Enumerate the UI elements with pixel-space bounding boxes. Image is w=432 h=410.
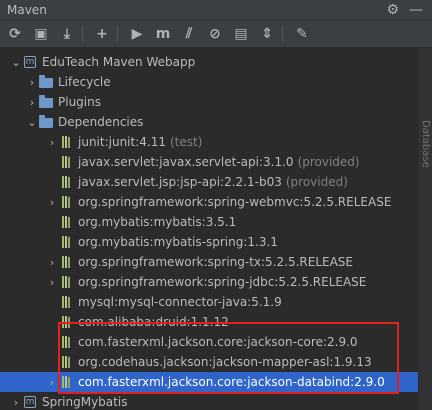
tree-node-label: org.codehaus.jackson:jackson-mapper-asl:… bbox=[78, 355, 372, 369]
settings-wrench-button[interactable]: ✎ bbox=[291, 23, 313, 45]
tree-node-label: com.fasterxml.jackson.core:jackson-core:… bbox=[78, 335, 358, 349]
tree-node-label: Plugins bbox=[58, 95, 101, 109]
library-icon bbox=[58, 295, 74, 309]
add-button[interactable]: + bbox=[91, 23, 113, 45]
library-icon bbox=[58, 315, 74, 329]
dependency-scope: (test) bbox=[169, 135, 203, 149]
library-icon bbox=[58, 275, 74, 289]
tree-node[interactable]: › Lifecycle bbox=[0, 72, 418, 92]
tree-node[interactable]: › m SpringMybatis bbox=[0, 392, 418, 410]
toolbar-separator bbox=[82, 25, 83, 42]
show-dependencies-button[interactable]: ▤ bbox=[230, 23, 252, 45]
dependency-row[interactable]: › org.springframework:spring-webmvc:5.2.5… bbox=[0, 192, 418, 212]
tree-node-label: javax.servlet:javax.servlet-api:3.1.0 bbox=[78, 155, 294, 169]
library-icon bbox=[58, 195, 74, 209]
dependency-row[interactable]: com.fasterxml.jackson.core:jackson-core:… bbox=[0, 332, 418, 352]
folder-icon bbox=[38, 95, 54, 109]
tree-node-label: mysql:mysql-connector-java:5.1.9 bbox=[78, 295, 282, 309]
dependency-scope: (provided) bbox=[297, 155, 360, 169]
gear-icon[interactable]: ⚙ bbox=[386, 3, 399, 17]
minimize-icon[interactable]: — bbox=[409, 3, 423, 17]
tree-node-label: Dependencies bbox=[58, 115, 144, 129]
tree-node-label: javax.servlet.jsp:jsp-api:2.2.1-b03 bbox=[78, 175, 282, 189]
tree-node-label: EduTeach Maven Webapp bbox=[42, 55, 196, 69]
tree-node[interactable]: › Plugins bbox=[0, 92, 418, 112]
tree-node[interactable]: ⌄ Dependencies bbox=[0, 112, 418, 132]
skip-tests-button[interactable]: ⊘ bbox=[204, 23, 226, 45]
toggle-offline-button[interactable]: ⫽ bbox=[178, 23, 200, 45]
tool-window-header: Maven ⚙ — bbox=[0, 0, 432, 20]
tree-node-label: com.fasterxml.jackson.core:jackson-datab… bbox=[78, 375, 385, 389]
expanded-arrow-icon[interactable]: ⌄ bbox=[10, 56, 22, 69]
tree-node-label: org.springframework:spring-webmvc:5.2.5.… bbox=[78, 195, 392, 209]
collapsed-arrow-icon[interactable]: › bbox=[46, 256, 58, 269]
library-icon bbox=[58, 175, 74, 189]
dependency-row[interactable]: javax.servlet:javax.servlet-api:3.1.0 (pr… bbox=[0, 152, 418, 172]
dependency-row[interactable]: › org.springframework:spring-jdbc:5.2.5.R… bbox=[0, 272, 418, 292]
maven-project-tree[interactable]: ⌄ m EduTeach Maven Webapp › Lifecycle › Plugin… bbox=[0, 48, 418, 410]
execute-goal-button[interactable]: m bbox=[152, 23, 174, 45]
tree-node-label: org.springframework:spring-jdbc:5.2.5.RE… bbox=[78, 275, 367, 289]
reload-button[interactable]: ⟳ bbox=[4, 23, 26, 45]
tree-node-label: Lifecycle bbox=[58, 75, 111, 89]
collapsed-arrow-icon[interactable]: › bbox=[46, 276, 58, 289]
library-icon bbox=[58, 215, 74, 229]
dependency-row[interactable]: › com.fasterxml.jackson.core:jackson-data… bbox=[0, 372, 418, 392]
tree-node-label: org.mybatis:mybatis:3.5.1 bbox=[78, 215, 237, 229]
tree-node[interactable]: ⌄ m EduTeach Maven Webapp bbox=[0, 52, 418, 72]
library-icon bbox=[58, 155, 74, 169]
dependency-row[interactable]: org.mybatis:mybatis:3.5.1 bbox=[0, 212, 418, 232]
collapsed-arrow-icon[interactable]: › bbox=[46, 196, 58, 209]
library-icon bbox=[58, 335, 74, 349]
collapsed-arrow-icon[interactable]: › bbox=[26, 76, 38, 89]
tree-node-label: com.alibaba:druid:1.1.12 bbox=[78, 315, 229, 329]
dependency-row[interactable]: › org.springframework:spring-tx:5.2.5.REL… bbox=[0, 252, 418, 272]
collapsed-arrow-icon[interactable]: › bbox=[46, 136, 58, 149]
download-button[interactable]: ⤓ bbox=[56, 23, 78, 45]
dependency-row[interactable]: mysql:mysql-connector-java:5.1.9 bbox=[0, 292, 418, 312]
collapsed-arrow-icon[interactable]: › bbox=[26, 96, 38, 109]
library-icon bbox=[58, 355, 74, 369]
toolbar-separator bbox=[117, 25, 118, 42]
dependency-scope: (provided) bbox=[285, 175, 348, 189]
dependency-row[interactable]: org.mybatis:mybatis-spring:1.3.1 bbox=[0, 232, 418, 252]
vertical-scrollbar[interactable] bbox=[418, 48, 432, 410]
library-icon bbox=[58, 375, 74, 389]
tree-node-label: junit:junit:4.11 bbox=[78, 135, 166, 149]
collapse-all-button[interactable]: ⇕ bbox=[256, 23, 278, 45]
tree-node-label: org.springframework:spring-tx:5.2.5.RELE… bbox=[78, 255, 354, 269]
maven-project-icon: m bbox=[24, 56, 36, 68]
dependency-row[interactable]: com.alibaba:druid:1.1.12 bbox=[0, 312, 418, 332]
expanded-arrow-icon[interactable]: ⌄ bbox=[26, 116, 38, 129]
tree-node-label: SpringMybatis bbox=[42, 395, 128, 409]
maven-toolbar: ⟳ ▣ ⤓ + ▶ m ⫽ ⊘ ▤ ⇕ ✎ bbox=[0, 20, 432, 48]
add-folder-button[interactable]: ▣ bbox=[30, 23, 52, 45]
collapsed-arrow-icon[interactable]: › bbox=[46, 376, 58, 389]
header-actions: ⚙ — bbox=[386, 3, 423, 17]
tree-node-label: org.mybatis:mybatis-spring:1.3.1 bbox=[78, 235, 278, 249]
toolbar-separator bbox=[282, 25, 283, 42]
collapsed-arrow-icon[interactable]: › bbox=[10, 396, 22, 409]
library-icon bbox=[58, 255, 74, 269]
database-side-tab[interactable]: Database bbox=[419, 120, 431, 180]
library-icon bbox=[58, 135, 74, 149]
folder-icon bbox=[38, 75, 54, 89]
maven-project-icon: m bbox=[24, 396, 36, 408]
dependency-row[interactable]: javax.servlet.jsp:jsp-api:2.2.1-b03 (prov… bbox=[0, 172, 418, 192]
dependency-row[interactable]: › junit:junit:4.11 (test) bbox=[0, 132, 418, 152]
run-button[interactable]: ▶ bbox=[126, 23, 148, 45]
tool-window-title: Maven bbox=[7, 2, 47, 17]
dependency-row[interactable]: org.codehaus.jackson:jackson-mapper-asl:… bbox=[0, 352, 418, 372]
library-icon bbox=[58, 235, 74, 249]
folder-icon bbox=[38, 115, 54, 129]
